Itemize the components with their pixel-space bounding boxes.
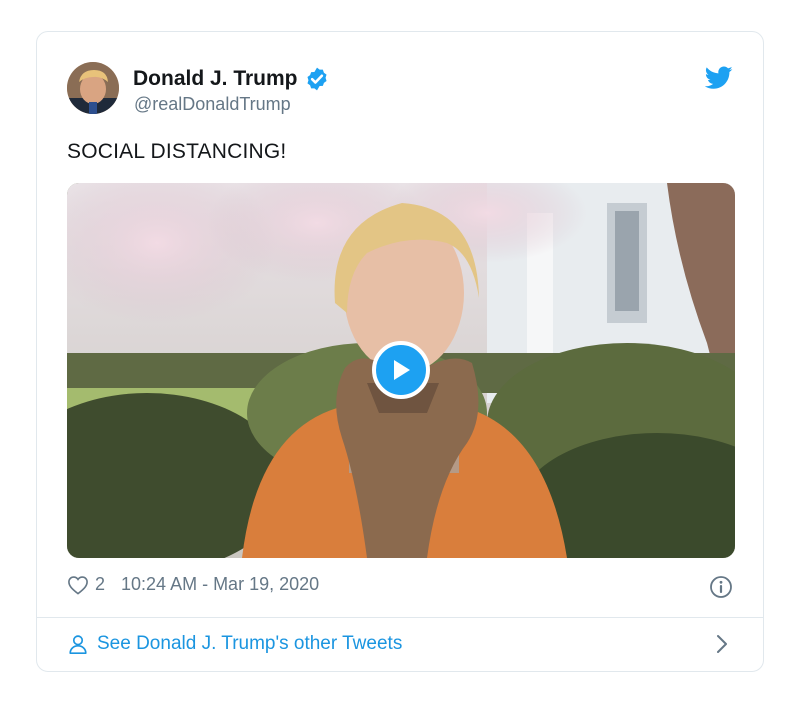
avatar[interactable] (67, 62, 119, 114)
author-handle[interactable]: @realDonaldTrump (134, 94, 291, 115)
author-name[interactable]: Donald J. Trump (133, 67, 298, 91)
other-tweets-link[interactable]: See Donald J. Trump's other Tweets (67, 633, 402, 655)
person-icon (69, 635, 87, 654)
info-icon[interactable] (709, 575, 733, 599)
twitter-bird-icon[interactable] (705, 66, 733, 90)
tweet-card: Donald J. Trump @realDonaldTrump SOCIAL … (36, 31, 764, 672)
author-row: Donald J. Trump (133, 66, 330, 92)
heart-icon[interactable] (67, 575, 89, 595)
tweet-meta-row: 2 10:24 AM - Mar 19, 2020 (67, 574, 319, 595)
play-icon (394, 360, 410, 380)
divider (37, 617, 763, 618)
tweet-video[interactable] (67, 183, 735, 558)
tweet-timestamp[interactable]: 10:24 AM - Mar 19, 2020 (121, 574, 319, 595)
verified-badge-icon (306, 67, 327, 91)
avatar-image (67, 62, 119, 114)
tweet-text: SOCIAL DISTANCING! (67, 140, 287, 163)
chevron-right-icon[interactable] (715, 633, 729, 655)
other-tweets-label[interactable]: See Donald J. Trump's other Tweets (97, 633, 402, 655)
like-count[interactable]: 2 (95, 574, 105, 595)
play-button[interactable] (372, 341, 430, 399)
